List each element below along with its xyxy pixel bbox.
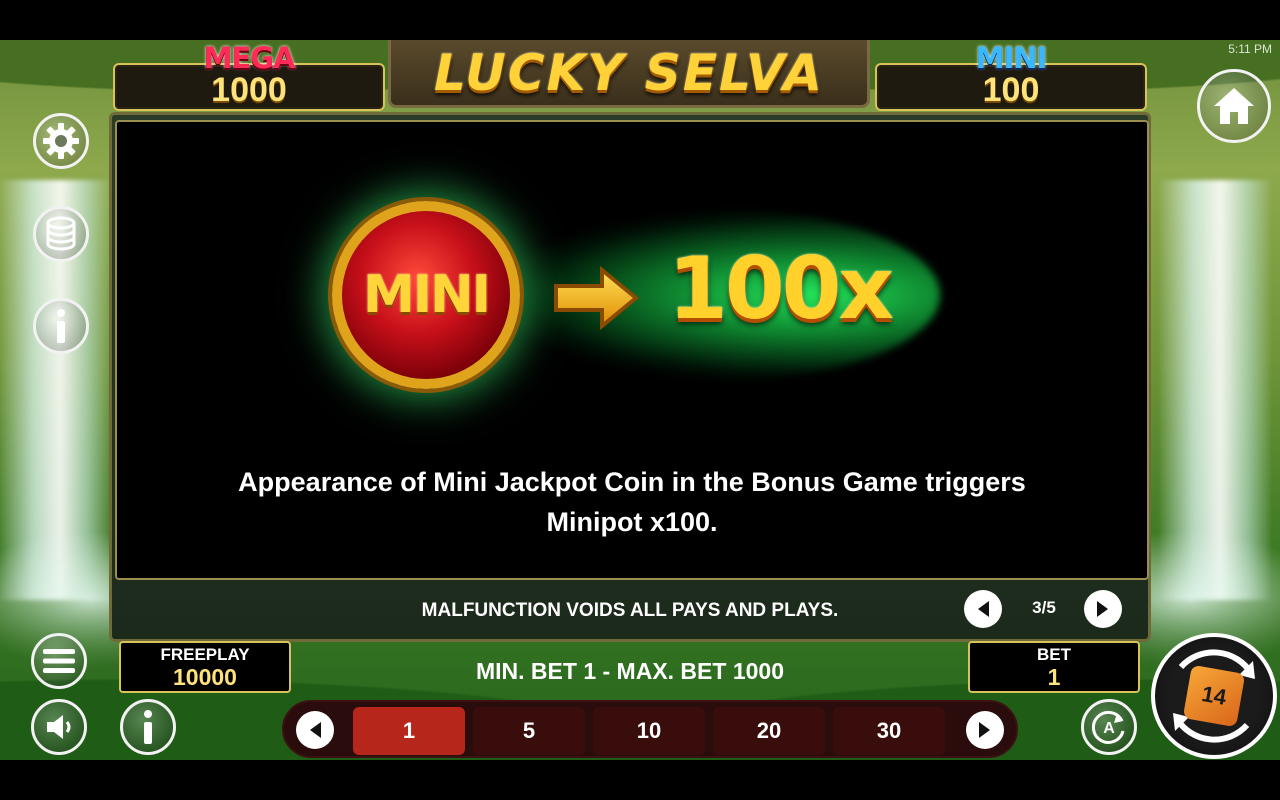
bet-option[interactable]: 1 xyxy=(353,707,465,755)
bet-next-button[interactable] xyxy=(966,711,1004,749)
bet-prev-button[interactable] xyxy=(296,711,334,749)
speaker-icon xyxy=(47,715,71,739)
menu-button[interactable] xyxy=(31,633,87,689)
title-plate: LUCKY SELVA xyxy=(388,40,870,108)
jackpot-mega: MEGA 1000 xyxy=(113,41,385,111)
info-icon xyxy=(57,309,65,343)
bet-option[interactable]: 30 xyxy=(833,707,945,755)
freeplay-box: FREEPLAY 10000 xyxy=(119,641,291,693)
bet-value: 1 xyxy=(1047,664,1061,690)
autoplay-label: A xyxy=(1103,720,1115,737)
info-side-button[interactable] xyxy=(33,298,89,354)
bet-option[interactable]: 20 xyxy=(713,707,825,755)
bet-option[interactable]: 10 xyxy=(593,707,705,755)
jackpot-mini-value: 100 xyxy=(982,71,1040,109)
description-line-1: Appearance of Mini Jackpot Coin in the B… xyxy=(238,467,1026,497)
page-indicator: 3/5 xyxy=(1032,598,1056,617)
autoplay-button[interactable]: A xyxy=(1081,699,1137,755)
arrow-right-icon xyxy=(554,266,640,330)
game-title: LUCKY SELVA xyxy=(434,43,824,102)
info-icon xyxy=(144,710,152,744)
chevron-right-icon xyxy=(979,722,990,738)
hamburger-menu-icon xyxy=(43,649,75,673)
bet-selector: 1 5 10 20 30 xyxy=(282,700,1018,758)
page-next-button[interactable] xyxy=(1084,590,1122,628)
mini-coin-label: MINI xyxy=(363,265,491,325)
jackpot-mega-label: MEGA xyxy=(203,41,296,75)
chevron-right-icon xyxy=(1097,601,1108,617)
coin-stack-icon xyxy=(46,216,76,251)
info-description: Appearance of Mini Jackpot Coin in the B… xyxy=(115,462,1149,542)
coins-button[interactable] xyxy=(33,206,89,262)
autoplay-icon: A xyxy=(1091,710,1125,744)
bet-box: BET 1 xyxy=(968,641,1140,693)
spin-logo: 14 xyxy=(1182,664,1246,728)
home-icon xyxy=(1214,88,1254,124)
home-button[interactable] xyxy=(1197,69,1271,143)
freeplay-value: 10000 xyxy=(173,664,237,690)
chevron-left-icon xyxy=(978,601,989,617)
jackpot-mini-label: MINI xyxy=(975,41,1048,75)
bet-range-text: MIN. BET 1 - MAX. BET 1000 xyxy=(475,658,784,684)
info-bottom-button[interactable] xyxy=(120,699,176,755)
settings-button[interactable] xyxy=(33,113,89,169)
malfunction-disclaimer: MALFUNCTION VOIDS ALL PAYS AND PLAYS. xyxy=(421,600,839,621)
multiplier-text: 100x xyxy=(668,239,894,339)
chevron-left-icon xyxy=(310,722,321,738)
freeplay-label: FREEPLAY xyxy=(160,645,250,664)
jackpot-mega-value: 1000 xyxy=(211,71,287,109)
sound-button[interactable] xyxy=(31,699,87,755)
spin-button[interactable]: 14 xyxy=(1151,633,1277,759)
description-line-2: Minipot x100. xyxy=(546,507,718,537)
jackpot-mini: MINI 100 xyxy=(875,41,1147,111)
status-time: 5:11 PM xyxy=(1228,42,1272,56)
bet-label: BET xyxy=(1037,645,1071,664)
page-prev-button[interactable] xyxy=(964,590,1002,628)
bet-option[interactable]: 5 xyxy=(473,707,585,755)
mini-jackpot-coin: MINI xyxy=(332,201,520,389)
gear-icon xyxy=(43,123,79,159)
